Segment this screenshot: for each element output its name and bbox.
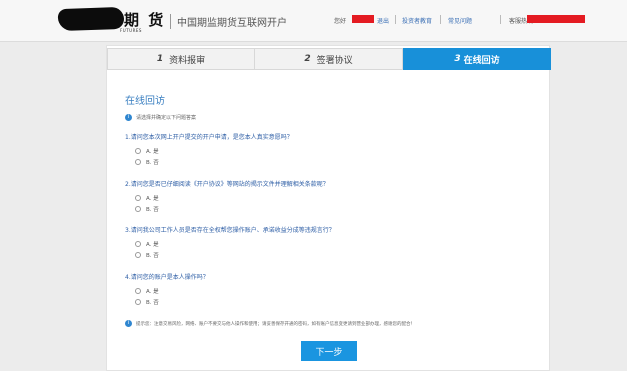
question-4-option-b[interactable]: B. 否 [135, 298, 159, 306]
option-label: A. 是 [146, 242, 159, 248]
option-label: B. 否 [146, 207, 159, 213]
question-1-option-a[interactable]: A. 是 [135, 147, 159, 155]
step-label: 资料报审 [169, 55, 206, 66]
question-2-option-a[interactable]: A. 是 [135, 194, 159, 202]
nav-divider [395, 15, 396, 24]
question-3-option-b[interactable]: B. 否 [135, 251, 159, 259]
question-4-option-a[interactable]: A. 是 [135, 287, 159, 295]
option-label: A. 是 [146, 289, 159, 295]
option-label: A. 是 [146, 149, 159, 155]
main-panel: 1 资料报审 2 签署协议 3 在线回访 在线回访 i 请选择并确定以下问题答案… [106, 45, 551, 371]
radio-button[interactable] [135, 195, 141, 201]
radio-button[interactable] [135, 252, 141, 258]
radio-button[interactable] [135, 159, 141, 165]
question-3-option-a[interactable]: A. 是 [135, 240, 159, 248]
question-3: 3.请问我公司工作人员是否存在全权帮您操作账户、承诺收益分成等违规言行？ [125, 227, 335, 234]
step-number: 1 [156, 54, 164, 64]
greeting-label: 您好 [334, 18, 347, 25]
section-title: 在线回访 [125, 96, 165, 107]
radio-button[interactable] [135, 206, 141, 212]
site-title: 中国期监期货互联网开户 [170, 14, 287, 29]
step-tabs: 1 资料报审 2 签署协议 3 在线回访 [107, 48, 551, 70]
next-step-button[interactable]: 下一步 [301, 341, 357, 361]
faq-link[interactable]: 常见问题 [448, 16, 472, 25]
radio-button[interactable] [135, 148, 141, 154]
step-number: 2 [304, 54, 311, 64]
radio-button[interactable] [135, 299, 141, 305]
radio-button[interactable] [135, 288, 141, 294]
option-label: B. 否 [146, 253, 159, 259]
radio-button[interactable] [135, 241, 141, 247]
info-icon: i [125, 320, 132, 327]
logo-redaction [57, 6, 125, 32]
question-1: 1.请问您本次网上开户提交的开户申请，是您本人真实意愿吗？ [125, 134, 293, 141]
logout-link[interactable]: 退出 [377, 16, 389, 25]
step-label: 签署协议 [316, 55, 353, 66]
step-tab-2: 2 签署协议 [255, 48, 403, 70]
step-number: 3 [454, 54, 461, 64]
risk-warning-text: 提示您：注意交易风险，网络、账户不要交与他人操作和使用；请妥善保存开通的密码，如… [136, 321, 415, 327]
option-label: A. 是 [146, 196, 159, 202]
nav-divider [500, 15, 501, 24]
option-label: B. 否 [146, 160, 159, 166]
question-1-option-b[interactable]: B. 否 [135, 158, 159, 166]
username-redaction [352, 15, 374, 23]
step-tab-1: 1 资料报审 [107, 48, 255, 70]
step-tab-3-active: 3 在线回访 [403, 48, 551, 70]
investor-education-link[interactable]: 投资者教育 [402, 16, 432, 25]
top-header: 期 货 FUTURES 中国期监期货互联网开户 您好 退出 投资者教育 常见问题… [0, 0, 627, 42]
nav-divider [440, 15, 441, 24]
notice-text: 请选择并确定以下问题答案 [136, 115, 197, 121]
step-label: 在线回访 [463, 55, 500, 66]
info-icon: i [125, 114, 132, 121]
logo-text: 期 货 [124, 11, 166, 29]
logo-subtext: FUTURES [120, 28, 142, 33]
option-label: B. 否 [146, 300, 159, 306]
risk-warning-note: i 提示您：注意交易风险，网络、账户不要交与他人操作和使用；请妥善保存开通的密码… [125, 320, 415, 327]
instruction-notice: i 请选择并确定以下问题答案 [125, 114, 196, 121]
hotline-redaction [527, 15, 585, 23]
question-2: 2.请问您是否已仔细阅读《开户协议》等网站的揭示文件并理解相关条款呢？ [125, 181, 329, 188]
question-2-option-b[interactable]: B. 否 [135, 205, 159, 213]
question-4: 4.请问您的账户是本人操作吗？ [125, 274, 209, 281]
